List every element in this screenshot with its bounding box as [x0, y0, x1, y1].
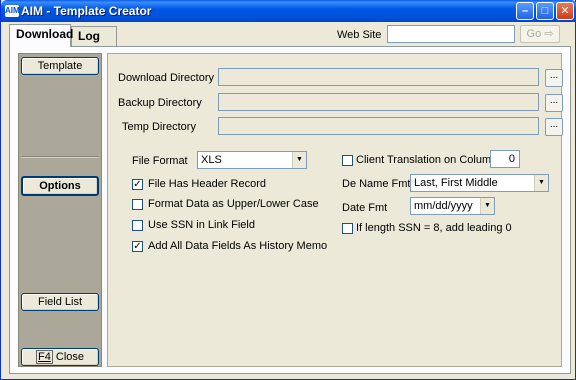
- app-icon: AIM: [5, 5, 20, 17]
- ssn-link-checkbox[interactable]: [132, 220, 143, 231]
- date-fmt-label: Date Fmt: [342, 202, 388, 214]
- maximize-button[interactable]: □: [536, 2, 554, 20]
- maximize-icon: □: [541, 5, 549, 17]
- ssn-leading-zero-label: If length SSN = 8, add leading 0: [356, 222, 512, 234]
- temp-directory-label: Temp Directory: [122, 121, 196, 133]
- file-format-value: XLS: [201, 154, 222, 166]
- backup-directory-label: Backup Directory: [118, 97, 202, 109]
- title-bar[interactable]: AIM AIM - Template Creator – □ ✕: [1, 0, 576, 22]
- temp-directory-browse-button[interactable]: ...: [545, 118, 563, 136]
- file-format-label: File Format: [132, 155, 188, 167]
- close-icon: ✕: [560, 5, 570, 17]
- ssn-link-label: Use SSN in Link Field: [148, 219, 255, 231]
- date-fmt-select[interactable]: mm/dd/yyyy ▼: [410, 197, 495, 215]
- app-window: AIM AIM - Template Creator – □ ✕ Downloa…: [0, 0, 576, 380]
- close-shortcut-key: F4: [35, 350, 53, 364]
- minimize-icon: –: [521, 5, 529, 17]
- download-directory-label: Download Directory: [118, 72, 214, 84]
- upper-lower-checkbox[interactable]: [132, 199, 143, 210]
- minimize-button[interactable]: –: [516, 2, 534, 20]
- close-window-button[interactable]: ✕: [556, 2, 574, 20]
- checkmark-icon: ✓: [133, 241, 142, 252]
- download-tab-panel: Template Options Field List F4 Close Dow…: [9, 46, 571, 374]
- backup-directory-field[interactable]: [218, 93, 539, 111]
- close-button[interactable]: F4 Close: [21, 348, 99, 366]
- history-memo-checkbox[interactable]: ✓: [132, 241, 143, 252]
- client-translation-column-input[interactable]: 0: [490, 150, 520, 168]
- options-area: Download Directory ... Backup Directory …: [107, 53, 563, 367]
- history-memo-label: Add All Data Fields As History Memo: [148, 240, 328, 252]
- template-button[interactable]: Template: [21, 57, 99, 75]
- has-header-checkbox[interactable]: ✓: [132, 179, 143, 190]
- website-label: Web Site: [337, 29, 382, 41]
- chevron-down-icon: ▼: [480, 198, 494, 214]
- client-translation-label: Client Translation on Column: [356, 154, 498, 166]
- close-button-label: Close: [55, 351, 85, 363]
- download-directory-field[interactable]: [218, 68, 539, 86]
- date-fmt-value: mm/dd/yyyy: [414, 200, 473, 212]
- upper-lower-label: Format Data as Upper/Lower Case: [148, 198, 319, 210]
- website-input[interactable]: [387, 25, 515, 43]
- ssn-leading-zero-checkbox[interactable]: [342, 223, 353, 234]
- arrow-right-icon: ⇨: [544, 28, 554, 40]
- tab-download[interactable]: Download: [9, 24, 73, 47]
- temp-directory-field[interactable]: [218, 117, 539, 135]
- file-format-select[interactable]: XLS ▼: [197, 151, 307, 169]
- backup-directory-browse-button[interactable]: ...: [545, 94, 563, 112]
- client-translation-checkbox[interactable]: [342, 155, 353, 166]
- download-directory-browse-button[interactable]: ...: [545, 69, 563, 87]
- options-button[interactable]: Options: [21, 176, 99, 196]
- checkmark-icon: ✓: [133, 179, 142, 190]
- go-label: Go: [526, 28, 542, 40]
- de-name-fmt-select[interactable]: Last, First Middle ▼: [410, 174, 549, 192]
- sidebar-divider: [21, 156, 99, 158]
- chevron-down-icon: ▼: [292, 152, 306, 168]
- tab-log[interactable]: Log: [71, 26, 117, 46]
- chevron-down-icon: ▼: [534, 175, 548, 191]
- de-name-fmt-label: De Name Fmt: [342, 178, 411, 190]
- has-header-label: File Has Header Record: [148, 178, 266, 190]
- de-name-fmt-value: Last, First Middle: [414, 177, 498, 189]
- sidebar: Template Options Field List F4 Close: [18, 53, 102, 367]
- window-title: AIM - Template Creator: [21, 4, 152, 18]
- field-list-button[interactable]: Field List: [21, 293, 99, 311]
- go-button[interactable]: Go ⇨: [520, 25, 560, 43]
